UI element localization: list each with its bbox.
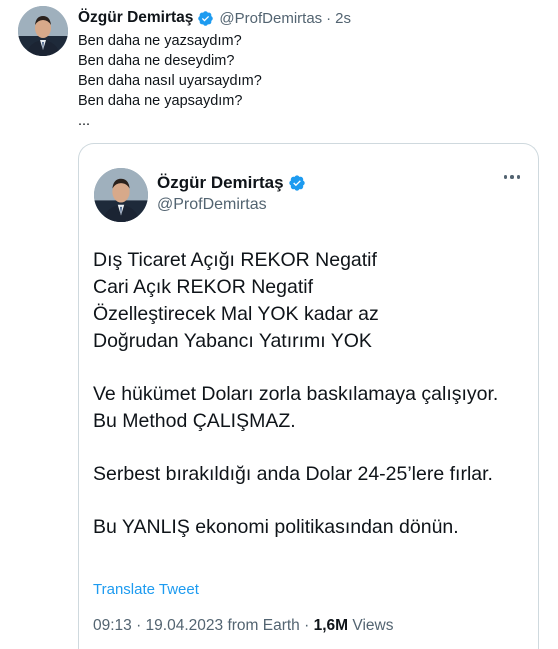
quoted-text-line: Serbest bırakıldığı anda Dolar 24-25’ler… — [93, 463, 493, 485]
quoted-tweet-text: Dış Ticaret Açığı REKOR Negatif Cari Açı… — [93, 247, 498, 567]
author-avatar[interactable] — [18, 6, 68, 56]
tweet-text-line: Ben daha nasıl uyarsaydım? — [78, 73, 262, 89]
quoted-text-line: Özelleştirecek Mal YOK kadar az — [93, 303, 379, 325]
more-horizontal-icon[interactable] — [503, 175, 520, 179]
separator-dot: · — [326, 9, 332, 27]
quoted-paragraph: Bu YANLIŞ ekonomi politikasından dönün. — [93, 514, 498, 541]
quoted-text-line: Bu YANLIŞ ekonomi politikasından dönün. — [93, 516, 459, 538]
quoted-paragraph: Serbest bırakıldığı anda Dolar 24-25’ler… — [93, 461, 498, 488]
quoted-header: Özgür Demirtaş — [157, 173, 306, 193]
translate-tweet-link[interactable]: Translate Tweet — [93, 581, 199, 598]
tweet-text-line: Ben daha ne yazsaydım? — [78, 33, 242, 49]
avatar-photo — [18, 6, 68, 56]
quoted-tweet-card[interactable]: Özgür Demirtaş @ProfDemirtas Dış Ticaret… — [78, 143, 539, 649]
quoted-author-avatar[interactable] — [94, 168, 148, 222]
quoted-author-name[interactable]: Özgür Demirtaş — [157, 173, 284, 193]
tweet-header: Özgür Demirtaş @ProfDemirtas · 2s — [78, 8, 351, 28]
quoted-text-line: Dış Ticaret Açığı REKOR Negatif — [93, 249, 377, 271]
meta-separator: · — [304, 617, 310, 634]
tweet-time[interactable]: 2s — [335, 10, 351, 27]
author-handle[interactable]: @ProfDemirtas — [219, 10, 322, 27]
views-label: Views — [352, 617, 394, 634]
tweet-meta: 09:13 · 19.04.2023 from Earth · 1,6M Vie… — [93, 617, 393, 635]
tweet-text-line: Ben daha ne yapsaydım? — [78, 93, 243, 109]
tweet-text-line: Ben daha ne deseydim? — [78, 53, 235, 69]
verified-badge-icon — [288, 175, 305, 191]
quoted-text-line: Cari Açık REKOR Negatif — [93, 276, 313, 298]
quoted-paragraph: Dış Ticaret Açığı REKOR Negatif Cari Açı… — [93, 247, 498, 355]
quoted-paragraph: Ve hükümet Doları zorla baskılamaya çalı… — [93, 381, 498, 435]
avatar-photo — [94, 168, 148, 222]
quoted-text-line: Ve hükümet Doları zorla baskılamaya çalı… — [93, 383, 499, 405]
views-count: 1,6M — [313, 617, 349, 634]
quoted-text-line: Bu Method ÇALIŞMAZ. — [93, 410, 296, 432]
quoted-author-handle[interactable]: @ProfDemirtas — [157, 196, 267, 214]
quoted-text-line: Doğrudan Yabancı Yatırımı YOK — [93, 330, 372, 352]
author-name[interactable]: Özgür Demirtaş — [78, 9, 193, 27]
tweet-text-line: ... — [78, 113, 91, 129]
tweet-text: Ben daha ne yazsaydım? Ben daha ne desey… — [78, 31, 262, 131]
verified-badge-icon — [198, 10, 214, 26]
tweet-timestamp[interactable]: 09:13 · 19.04.2023 from Earth — [93, 617, 300, 634]
